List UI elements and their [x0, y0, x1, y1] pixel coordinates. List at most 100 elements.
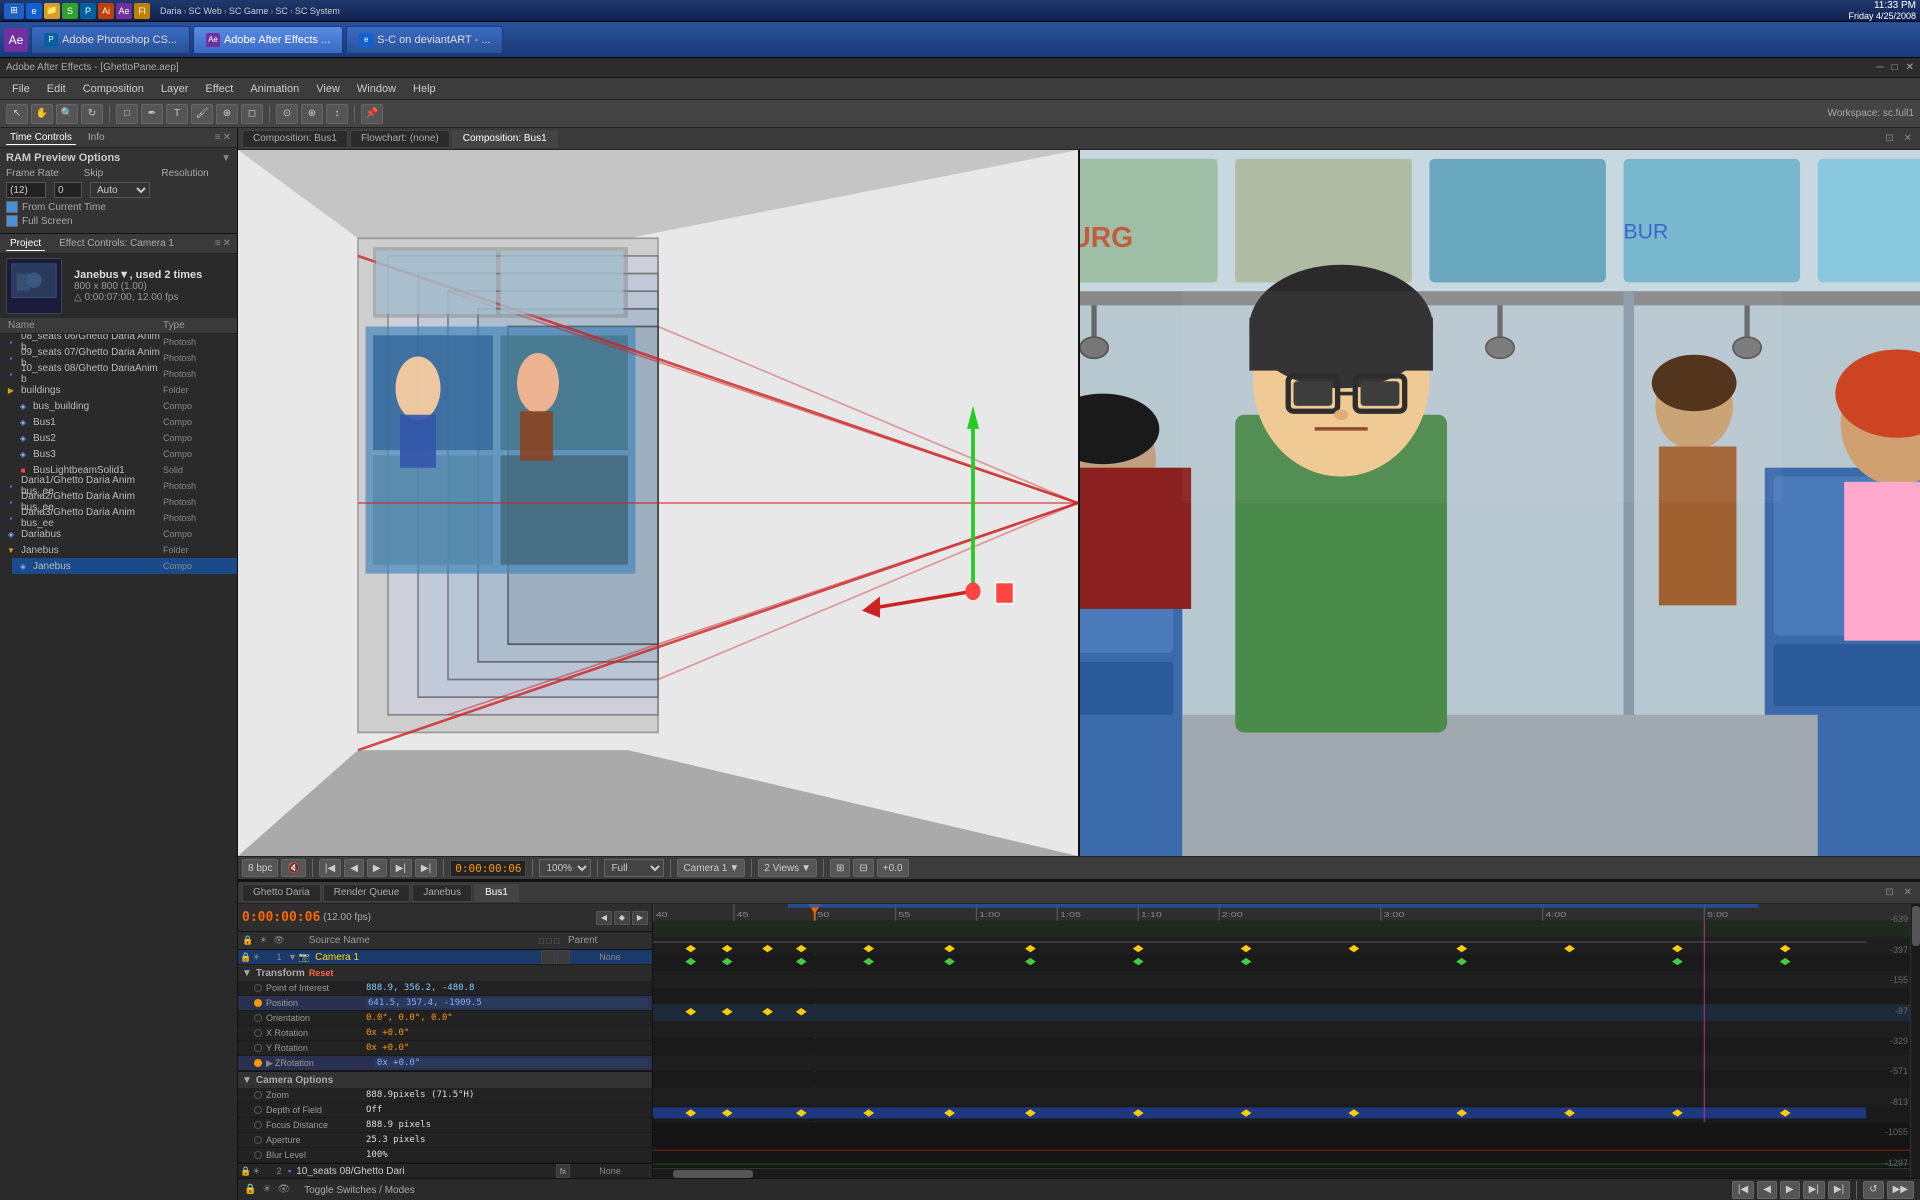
play-bottom[interactable]: ▶ [1780, 1181, 1800, 1199]
list-item[interactable]: ◈ Bus3 Compo [12, 446, 237, 462]
zrot-value[interactable]: 0x +0.0° [375, 1058, 648, 1068]
viewer-close-icon[interactable]: ✕ [1900, 133, 1916, 144]
tab-ghetto-daria[interactable]: Ghetto Daria [242, 884, 321, 902]
start-button[interactable]: ⊞ [4, 3, 24, 19]
camera-options-header[interactable]: ▼ Camera Options [238, 1072, 652, 1088]
from-current-checkbox[interactable] [6, 201, 18, 213]
xrot-value[interactable]: 0x +0.0° [366, 1028, 648, 1038]
l2-switch[interactable]: fx [556, 1164, 570, 1178]
layer-lock[interactable]: 🔒 [240, 952, 251, 963]
tool-zoom[interactable]: 🔍 [56, 104, 78, 124]
ram-preview-expand[interactable]: ▼ [221, 153, 231, 164]
tool-hand[interactable]: ✋ [31, 104, 53, 124]
go-start-btn[interactable]: |◀ [319, 859, 341, 877]
prev-frame-bottom[interactable]: ◀ [1757, 1181, 1777, 1199]
project-menu-icon[interactable]: ≡ [215, 238, 221, 249]
aperture-dot[interactable] [254, 1136, 262, 1144]
comp-tab[interactable]: Composition: Bus1 [242, 130, 348, 148]
list-item[interactable]: ◈ Dariabus Compo [0, 526, 237, 542]
visibility-col[interactable]: 👁 [273, 935, 284, 946]
flowchart-tab[interactable]: Flowchart: (none) [350, 130, 450, 148]
prev-frame-btn[interactable]: ◀ [344, 859, 364, 877]
xrot-keyframe-dot[interactable] [254, 1029, 262, 1037]
skip-input[interactable] [54, 182, 82, 198]
tool-camera-track[interactable]: ⊕ [301, 104, 323, 124]
grid-btn[interactable]: ⊞ [830, 859, 850, 877]
menu-composition[interactable]: Composition [75, 81, 152, 97]
tab-bus1[interactable]: Bus1 [474, 884, 519, 902]
quality-dropdown[interactable]: Full Half Quarter [604, 859, 664, 877]
file-list[interactable]: ▪ 08_seats 06/Ghetto Daria Anim b Photos… [0, 334, 237, 1200]
taskbar-icon-ps[interactable]: P [80, 3, 96, 19]
go-end-bottom[interactable]: ▶| [1828, 1181, 1850, 1199]
prop-transform-header[interactable]: ▼ Transform Reset [238, 965, 652, 981]
go-end-btn[interactable]: ▶| [415, 859, 437, 877]
menu-view[interactable]: View [308, 81, 348, 97]
effect-controls-tab[interactable]: Effect Controls: Camera 1 [55, 237, 178, 251]
tl-next-key[interactable]: ▶ [632, 911, 648, 925]
aperture-value[interactable]: 25.3 pixels [366, 1135, 648, 1145]
tool-pin[interactable]: 📌 [361, 104, 383, 124]
photoshop-tab[interactable]: P Adobe Photoshop CS... [31, 26, 190, 54]
zoom-dot[interactable] [254, 1091, 262, 1099]
panel-menu-icon[interactable]: ≡ [215, 132, 221, 143]
menu-file[interactable]: File [4, 81, 38, 97]
lock-col[interactable]: 🔒 [242, 935, 253, 946]
menu-edit[interactable]: Edit [39, 81, 74, 97]
panel-close-icon[interactable]: ✕ [223, 132, 231, 143]
tab-janebus[interactable]: Janebus [412, 884, 472, 902]
menu-window[interactable]: Window [349, 81, 404, 97]
blur-dot[interactable] [254, 1151, 262, 1159]
close-button[interactable]: ✕ [1906, 62, 1914, 73]
solo-col[interactable]: ☀ [259, 935, 267, 946]
tool-rotate[interactable]: ↻ [81, 104, 103, 124]
scrollbar-thumb-v[interactable] [1912, 906, 1920, 946]
viewer-expand-icon[interactable]: ⊡ [1881, 133, 1897, 144]
orientation-value[interactable]: 0.0°, 0.0°, 0.0° [366, 1013, 648, 1023]
ram-preview-bottom[interactable]: ▶▶ [1887, 1181, 1914, 1199]
taskbar-icon-fl[interactable]: Fl [134, 3, 150, 19]
layer-switch-bb[interactable] [556, 950, 570, 964]
menu-effect[interactable]: Effect [197, 81, 241, 97]
list-item[interactable]: ◈ Bus2 Compo [12, 430, 237, 446]
l2-lock[interactable]: 🔒 [240, 1166, 251, 1177]
mute-btn[interactable]: 🔇 [281, 859, 305, 877]
tl-add-key[interactable]: ◆ [614, 911, 630, 925]
timeline-scrollbar-h[interactable] [653, 1168, 1910, 1178]
taskbar-icon-sc[interactable]: S [62, 3, 78, 19]
position-keyframe-dot[interactable] [254, 999, 262, 1007]
tl-expand-icon[interactable]: ⊡ [1881, 887, 1897, 898]
tool-pen[interactable]: ✒ [141, 104, 163, 124]
dof-value[interactable]: Off [366, 1105, 648, 1115]
menu-animation[interactable]: Animation [242, 81, 307, 97]
layer-switch-aa[interactable] [541, 950, 555, 964]
layer-row-2[interactable]: 🔒 ☀ 2 ▪ 10_seats 08/Ghetto Dari fx None [238, 1164, 652, 1178]
tool-rect[interactable]: □ [116, 104, 138, 124]
exposure-btn[interactable]: +0.0 [877, 859, 909, 877]
yrot-keyframe-dot[interactable] [254, 1044, 262, 1052]
safe-zones-btn[interactable]: ⊟ [853, 859, 873, 877]
visibility-icon[interactable]: 👁 [277, 1184, 290, 1195]
active-camera-btn[interactable]: Camera 1 ▼ [677, 859, 745, 877]
info-tab[interactable]: Info [84, 131, 109, 145]
taskbar-icon-ie[interactable]: e [26, 3, 42, 19]
view-mode-btn[interactable]: 2 Views ▼ [758, 859, 817, 877]
loop-btn[interactable]: ↺ [1863, 1181, 1883, 1199]
time-controls-tab[interactable]: Time Controls [6, 131, 76, 145]
full-screen-checkbox[interactable] [6, 215, 18, 227]
tool-camera-orbit[interactable]: ⊙ [276, 104, 298, 124]
project-tab[interactable]: Project [6, 237, 45, 251]
tool-brush[interactable]: 🖌 [191, 104, 213, 124]
next-frame-btn[interactable]: ▶| [390, 859, 412, 877]
layer-row-camera[interactable]: 🔒 ☀ 1 ▼ 📷 Camera 1 None [238, 950, 652, 965]
poi-value[interactable]: 888.9, 356.2, -480.8 [366, 983, 648, 993]
tl-prev-key[interactable]: ◀ [596, 911, 612, 925]
tab-render-queue[interactable]: Render Queue [323, 884, 411, 902]
viewer-timecode[interactable]: 0:00:00:06 [450, 860, 526, 877]
l2-solo[interactable]: ☀ [252, 1166, 260, 1177]
list-item[interactable]: ▶ buildings Folder [0, 382, 237, 398]
list-item[interactable]: ◈ bus_building Compo [12, 398, 237, 414]
zoom-dropdown[interactable]: 100% 50% 200% Fit [539, 859, 591, 877]
scrollbar-thumb-h[interactable] [673, 1170, 753, 1178]
zoom-value[interactable]: 888.9pixels (71.5°H) [366, 1090, 648, 1100]
